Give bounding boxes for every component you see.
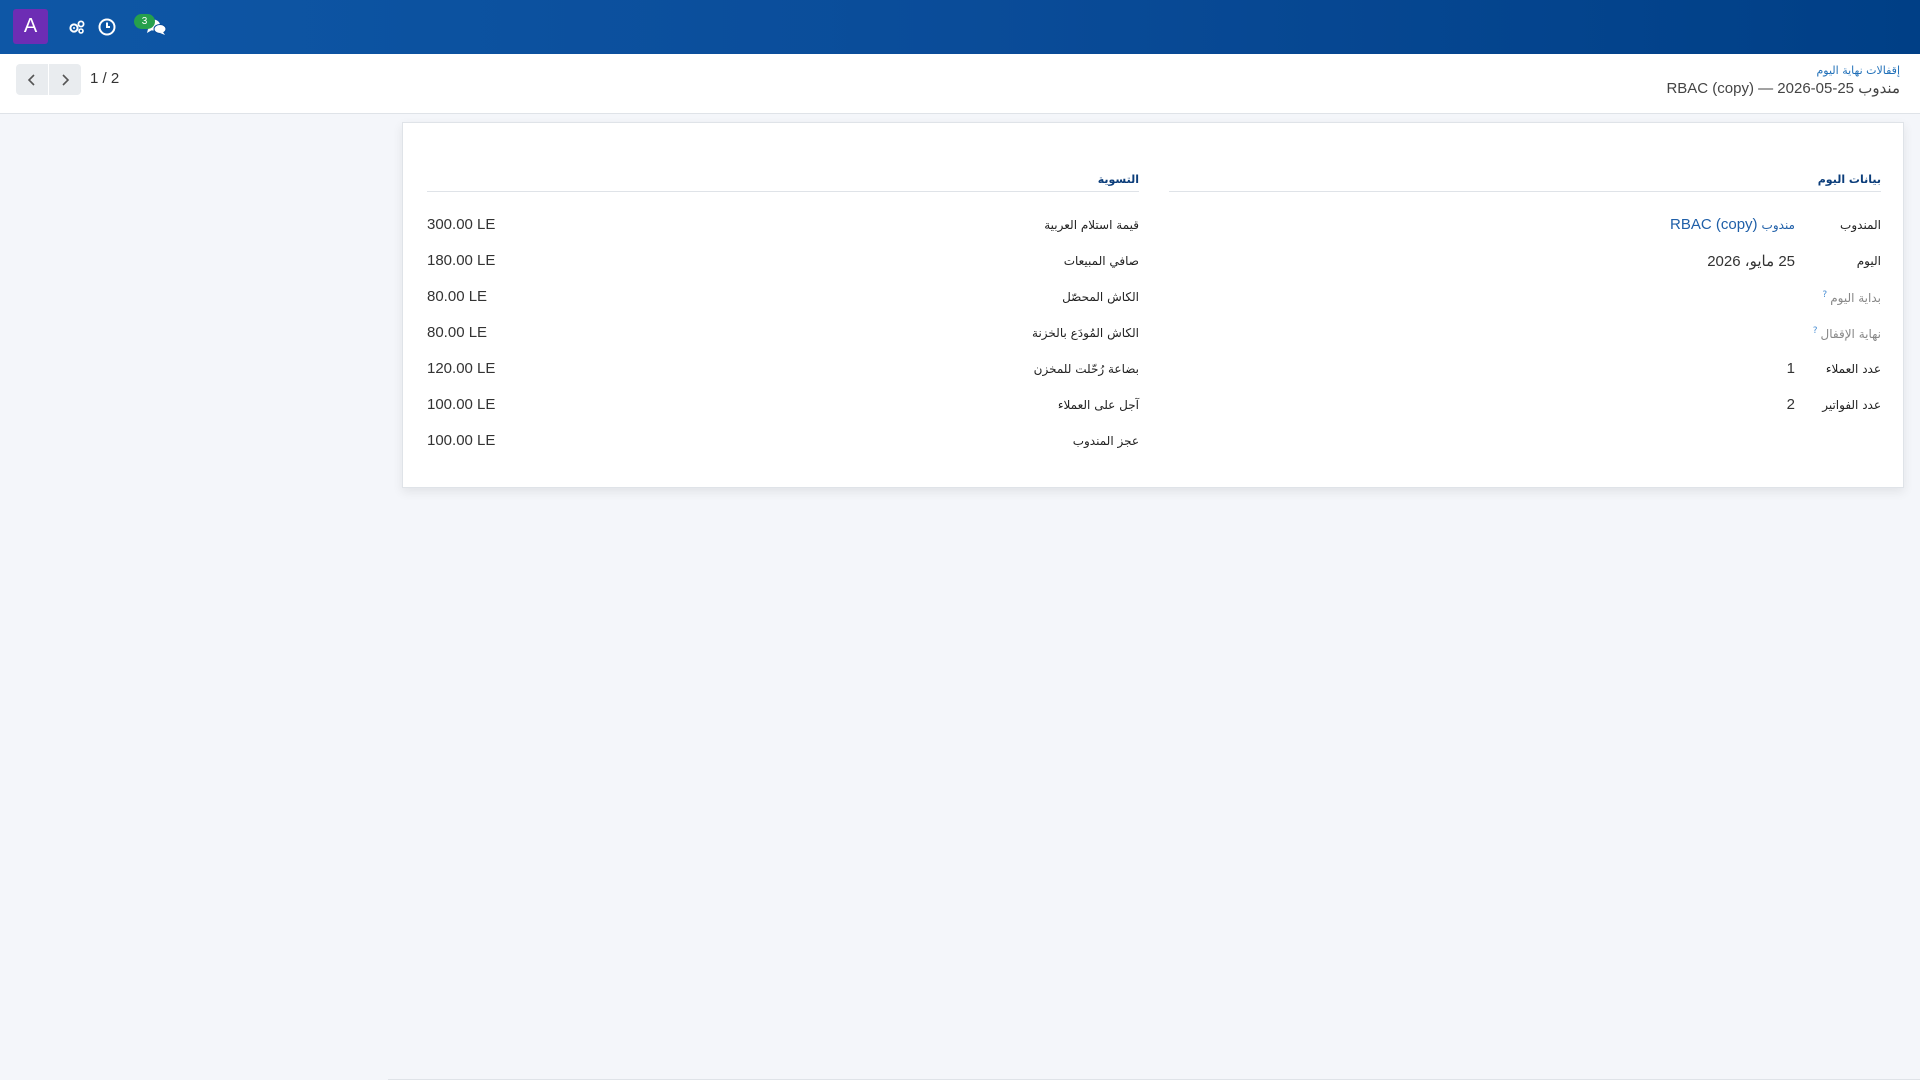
goods-to-warehouse-value: 120.00 LE: [427, 360, 496, 377]
control-panel: 1 / 2 إقفالات نهاية اليوم مندوب RBAC (co…: [0, 54, 1920, 114]
field-label: الكاش المُودَع بالخزنة: [1032, 326, 1139, 340]
field-row-deposited-cash: الكاش المُودَع بالخزنة 80.00 LE: [427, 318, 1139, 354]
settlement-group: التسوية قيمة استلام العربية 300.00 LE صا…: [427, 173, 1139, 462]
customers-count-value: 1: [1786, 360, 1795, 377]
group-title-day-data: بيانات اليوم: [1169, 173, 1881, 192]
field-label: صافي المبيعات: [1063, 254, 1139, 268]
vehicle-receipt-value: 300.00 LE: [427, 216, 496, 233]
net-sales-value: 180.00 LE: [427, 252, 496, 269]
field-label: عدد العملاء: [1825, 362, 1881, 376]
rep-deficit-value: 100.00 LE: [427, 432, 496, 449]
field-row-day-start: بداية اليوم?: [1169, 282, 1881, 318]
field-row-invoices-count: عدد الفواتير 2: [1169, 390, 1881, 426]
collected-cash-value: 80.00 LE: [427, 288, 488, 305]
field-label: اليوم: [1856, 254, 1881, 268]
field-label: المندوب: [1840, 218, 1881, 232]
field-row-rep-deficit: عجز المندوب 100.00 LE: [427, 426, 1139, 462]
field-label: قيمة استلام العربية: [1044, 218, 1139, 232]
field-label: آجل على العملاء: [1057, 398, 1139, 412]
representative-name: RBAC (copy): [1670, 216, 1758, 233]
field-label-text: نهاية الإقفال: [1820, 327, 1881, 341]
customer-credit-value: 100.00 LE: [427, 396, 496, 413]
breadcrumb-parent-link[interactable]: إقفالات نهاية اليوم: [1816, 64, 1900, 77]
field-label: عدد الفواتير: [1822, 398, 1881, 412]
representative-link[interactable]: مندوبRBAC (copy): [1670, 216, 1795, 233]
day-data-group: بيانات اليوم المندوب مندوبRBAC (copy) ال…: [1169, 173, 1881, 426]
clock-icon[interactable]: [96, 16, 118, 38]
field-row-closing-end: نهاية الإقفال?: [1169, 318, 1881, 354]
messages-count-badge: 3: [134, 14, 155, 29]
chevron-right-icon: [62, 73, 70, 86]
pager-value[interactable]: 1 / 2: [90, 70, 119, 87]
field-label: نهاية الإقفال?: [1813, 326, 1881, 341]
pager-next-button[interactable]: [49, 64, 81, 95]
record-title: مندوب RBAC (copy) — 2026-05-25: [1666, 80, 1900, 97]
field-label: الكاش المحصّل: [1062, 290, 1139, 304]
help-tooltip-icon[interactable]: ?: [1813, 326, 1818, 336]
field-row-customers-count: عدد العملاء 1: [1169, 354, 1881, 390]
top-navbar: A 3: [0, 0, 1920, 54]
group-title-settlement: التسوية: [427, 173, 1139, 192]
field-row-goods-to-warehouse: بضاعة رُحّلت للمخزن 120.00 LE: [427, 354, 1139, 390]
field-row-customer-credit: آجل على العملاء 100.00 LE: [427, 390, 1139, 426]
activity-settings-icon[interactable]: [66, 16, 88, 38]
field-label: بداية اليوم?: [1822, 290, 1881, 305]
representative-prefix: مندوب: [1761, 218, 1795, 232]
invoices-count-value: 2: [1786, 396, 1795, 413]
day-value: 25 مايو، 2026: [1707, 253, 1795, 270]
field-row-vehicle-receipt: قيمة استلام العربية 300.00 LE: [427, 210, 1139, 246]
field-label: بضاعة رُحّلت للمخزن: [1033, 362, 1139, 376]
field-label: عجز المندوب: [1072, 434, 1139, 448]
pager-previous-button[interactable]: [16, 64, 48, 95]
deposited-cash-value: 80.00 LE: [427, 324, 488, 341]
field-label-text: بداية اليوم: [1830, 291, 1881, 305]
field-row-collected-cash: الكاش المحصّل 80.00 LE: [427, 282, 1139, 318]
field-row-representative: المندوب مندوبRBAC (copy): [1169, 210, 1881, 246]
chevron-left-icon: [27, 73, 35, 86]
help-tooltip-icon[interactable]: ?: [1822, 290, 1827, 300]
form-sheet: بيانات اليوم المندوب مندوبRBAC (copy) ال…: [402, 122, 1904, 488]
field-row-net-sales: صافي المبيعات 180.00 LE: [427, 246, 1139, 282]
field-row-day: اليوم 25 مايو، 2026: [1169, 246, 1881, 282]
app-menu-avatar[interactable]: A: [13, 9, 48, 44]
